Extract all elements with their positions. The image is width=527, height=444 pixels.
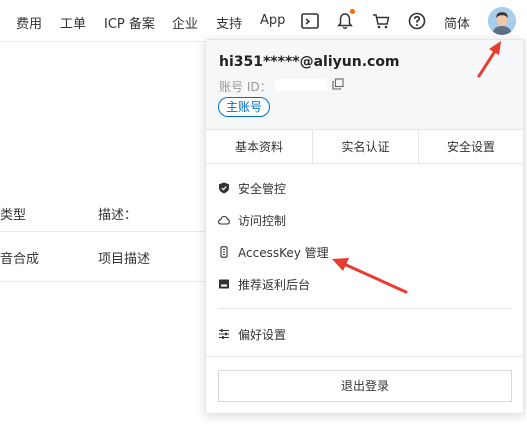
cart-icon[interactable] bbox=[371, 11, 391, 31]
column-description-header: 描述： bbox=[98, 208, 138, 223]
table-row[interactable]: 音合成 项目描述 bbox=[0, 232, 210, 282]
menu-item-label: 推荐返利后台 bbox=[238, 278, 311, 292]
bell-icon[interactable] bbox=[335, 11, 355, 31]
menu-item-label: AccessKey 管理 bbox=[238, 246, 329, 260]
column-type-header: 类型 bbox=[0, 208, 27, 223]
table-header: 类型 描述： bbox=[0, 190, 210, 232]
menu-item-label: 安全管控 bbox=[238, 182, 287, 196]
nav-app[interactable]: App bbox=[260, 13, 285, 28]
user-avatar-icon bbox=[488, 7, 516, 35]
menu-item-label: 偏好设置 bbox=[238, 328, 287, 342]
wallet-icon bbox=[219, 279, 229, 289]
cell-description: 项目描述 bbox=[98, 252, 151, 267]
logout-button[interactable]: 退出登录 bbox=[218, 370, 512, 402]
shield-icon bbox=[219, 182, 229, 194]
language-switcher[interactable]: 简体 bbox=[444, 13, 470, 32]
nav-billing[interactable]: 费用 bbox=[16, 13, 42, 32]
sliders-icon bbox=[219, 329, 229, 339]
account-header: hi351*****@aliyun.com 账号 ID： 主账号 bbox=[206, 40, 523, 130]
key-icon bbox=[220, 246, 228, 258]
cloud-icon bbox=[218, 215, 230, 225]
nav-tickets[interactable]: 工单 bbox=[60, 13, 86, 32]
account-dropdown: hi351*****@aliyun.com 账号 ID： 主账号 基本资料 实名… bbox=[205, 39, 524, 414]
avatar[interactable] bbox=[488, 7, 516, 35]
copy-icon[interactable] bbox=[332, 78, 344, 90]
nav-enterprise[interactable]: 企业 bbox=[172, 13, 198, 32]
account-id-label: 账号 ID： bbox=[219, 80, 272, 94]
main-account-badge: 主账号 bbox=[218, 97, 271, 117]
cell-type: 音合成 bbox=[0, 252, 40, 267]
menu-divider bbox=[218, 308, 512, 309]
account-email: hi351*****@aliyun.com bbox=[219, 54, 400, 70]
menu-item-label: 访问控制 bbox=[238, 214, 287, 228]
terminal-icon[interactable] bbox=[300, 11, 320, 31]
tab-basic-info[interactable]: 基本资料 bbox=[206, 130, 312, 164]
nav-support[interactable]: 支持 bbox=[216, 13, 242, 32]
top-navigation-bar: 费用 工单 ICP 备案 企业 支持 App 简体 bbox=[0, 0, 527, 42]
notification-dot bbox=[350, 9, 355, 14]
nav-icp-filing[interactable]: ICP 备案 bbox=[104, 13, 155, 32]
tab-real-name-verification[interactable]: 实名认证 bbox=[313, 130, 418, 164]
logout-section: 退出登录 bbox=[206, 356, 523, 414]
account-id-redacted bbox=[275, 79, 327, 91]
help-icon[interactable] bbox=[407, 11, 427, 31]
tab-security-settings[interactable]: 安全设置 bbox=[419, 130, 523, 164]
account-tabs: 基本资料 实名认证 安全设置 bbox=[206, 130, 523, 164]
